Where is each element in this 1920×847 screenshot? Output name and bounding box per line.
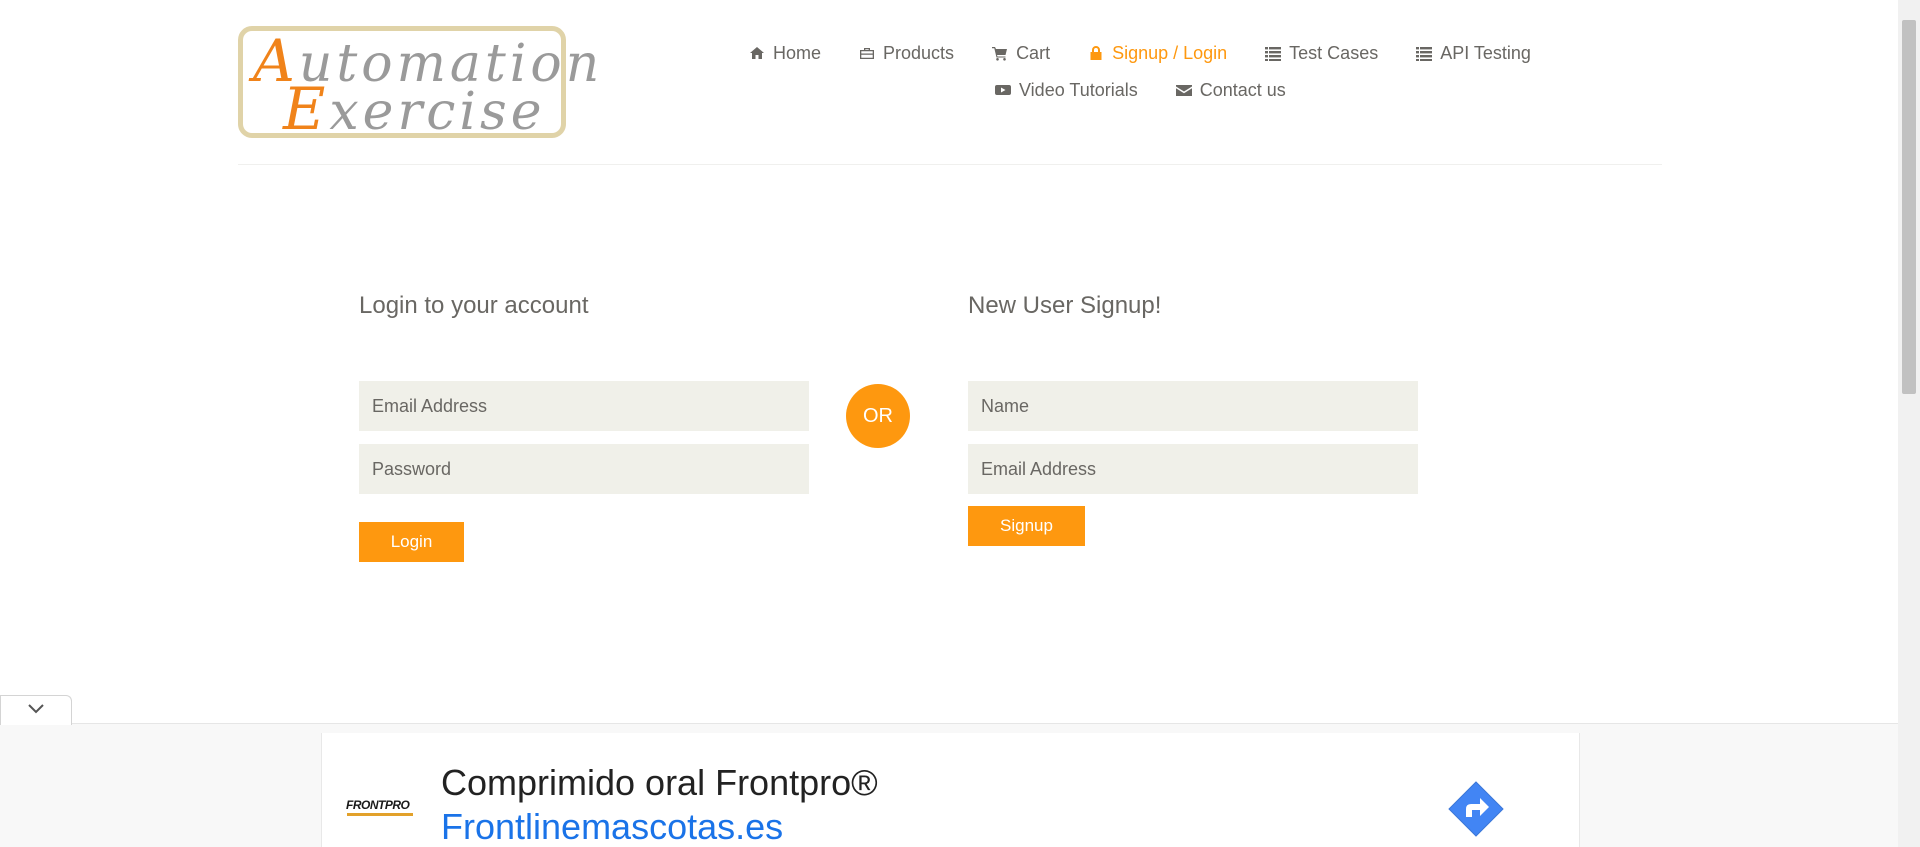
nav-label-test-cases: Test Cases xyxy=(1289,42,1379,63)
nav-label-products: Products xyxy=(883,42,955,63)
login-button[interactable]: Login xyxy=(359,522,464,562)
signup-button[interactable]: Signup xyxy=(968,506,1085,546)
login-password-input[interactable] xyxy=(359,444,809,494)
nav-row-2: Video Tutorials Contact us xyxy=(994,77,1323,103)
nav-item-cart[interactable]: Cart xyxy=(991,40,1050,66)
login-form-title: Login to your account xyxy=(359,292,589,319)
briefcase-icon xyxy=(858,44,876,62)
login-email-input[interactable] xyxy=(359,381,809,431)
site-logo[interactable]: Automation Exercise xyxy=(238,26,599,138)
directions-arrow-icon[interactable] xyxy=(1448,781,1504,837)
header-divider xyxy=(238,164,1662,165)
lock-icon xyxy=(1087,44,1105,62)
nav-item-products[interactable]: Products xyxy=(858,40,954,66)
nav-row-1: Home Products Cart Signup / Login Test C… xyxy=(748,40,1568,66)
signup-form-title: New User Signup! xyxy=(968,292,1162,319)
ad-brand-logo: FRONTPRO xyxy=(346,798,410,812)
ad-url-link[interactable]: Frontlinemascotas.es xyxy=(441,806,783,847)
youtube-play-icon xyxy=(994,81,1012,99)
nav-label-home: Home xyxy=(773,42,822,63)
envelope-icon xyxy=(1175,81,1193,99)
ad-brand-underline xyxy=(347,813,413,816)
ad-collapse-button[interactable] xyxy=(0,695,72,725)
list-icon xyxy=(1415,44,1433,62)
nav-label-api-testing: API Testing xyxy=(1440,42,1531,63)
nav-item-signup-login[interactable]: Signup / Login xyxy=(1087,40,1227,66)
nav-item-home[interactable]: Home xyxy=(748,40,821,66)
nav-label-contact-us: Contact us xyxy=(1199,79,1286,100)
cart-icon xyxy=(991,44,1009,62)
chevron-down-icon xyxy=(27,702,45,720)
nav-item-api-testing[interactable]: API Testing xyxy=(1415,40,1531,66)
logo-line-2: Exercise xyxy=(283,80,546,138)
nav-label-signup-login: Signup / Login xyxy=(1112,42,1228,63)
signup-name-input[interactable] xyxy=(968,381,1418,431)
nav-label-cart: Cart xyxy=(1016,42,1051,63)
ad-title[interactable]: Comprimido oral Frontpro® xyxy=(441,762,878,804)
nav-label-video-tutorials: Video Tutorials xyxy=(1019,79,1138,100)
page-scrollbar-thumb[interactable] xyxy=(1902,20,1916,394)
list-icon xyxy=(1264,44,1282,62)
or-divider-badge: OR xyxy=(846,384,910,448)
home-icon xyxy=(748,44,766,62)
nav-item-contact-us[interactable]: Contact us xyxy=(1175,77,1286,103)
logo-text-2: xercise xyxy=(329,82,546,142)
page: Automation Exercise Home Products Cart S… xyxy=(0,0,1920,847)
nav-item-test-cases[interactable]: Test Cases xyxy=(1264,40,1378,66)
logo-cap-e: E xyxy=(283,75,330,143)
signup-email-input[interactable] xyxy=(968,444,1418,494)
nav-item-video-tutorials[interactable]: Video Tutorials xyxy=(994,77,1138,103)
